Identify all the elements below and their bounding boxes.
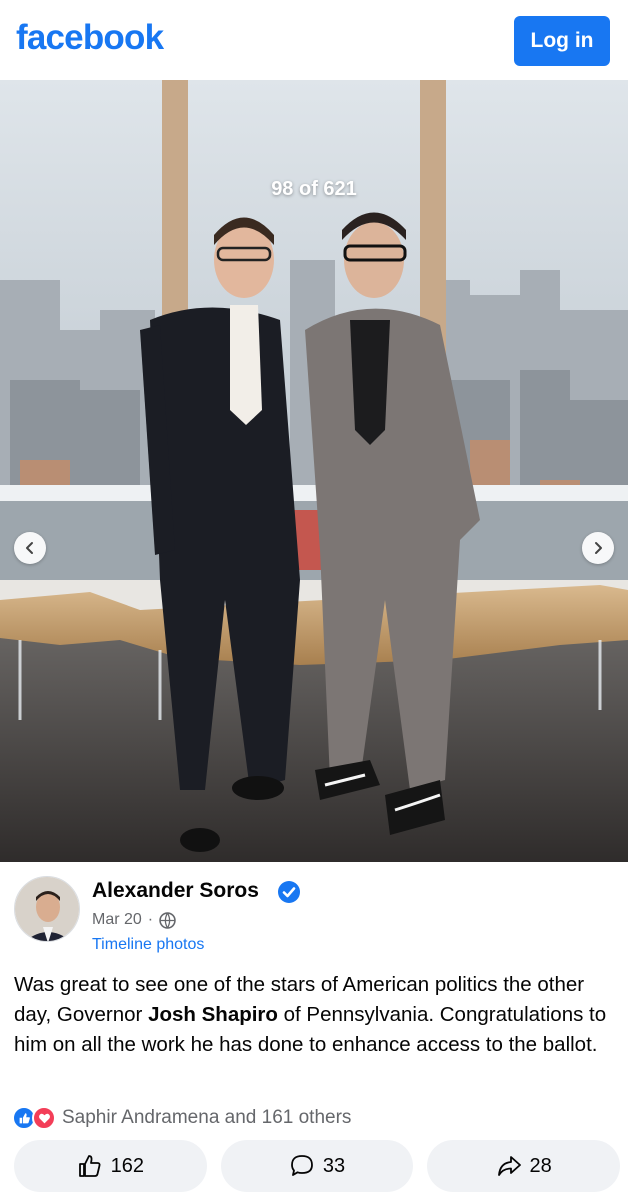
- post-date[interactable]: Mar 20: [92, 911, 142, 929]
- facebook-logo[interactable]: facebook: [16, 18, 164, 58]
- share-count: 28: [529, 1154, 552, 1177]
- share-icon: [497, 1156, 521, 1176]
- author-name[interactable]: Alexander Soros: [92, 879, 259, 903]
- comment-button[interactable]: 33: [220, 1140, 414, 1192]
- login-button[interactable]: Log in: [514, 16, 610, 66]
- next-photo-button[interactable]: [582, 532, 614, 564]
- reactions-summary-text: Saphir Andramena and 161 others: [62, 1107, 352, 1128]
- author-avatar[interactable]: [14, 876, 80, 942]
- photo-viewer[interactable]: 98 of 621: [0, 80, 628, 862]
- love-reaction-icon: [32, 1106, 56, 1130]
- globe-icon: [159, 911, 176, 929]
- mention-link[interactable]: Josh Shapiro: [148, 1003, 278, 1026]
- like-button[interactable]: 162: [14, 1140, 207, 1192]
- photo-counter: 98 of 621: [271, 178, 357, 200]
- comment-count: 33: [322, 1154, 346, 1177]
- post-meta: Mar 20 ·: [92, 911, 176, 929]
- album-link[interactable]: Timeline photos: [92, 936, 204, 954]
- post-text: Was great to see one of the stars of Ame…: [14, 970, 620, 1060]
- reactions-summary[interactable]: Saphir Andramena and 161 others: [12, 1104, 351, 1132]
- top-bar: facebook Log in: [0, 0, 628, 80]
- like-count: 162: [110, 1154, 145, 1177]
- chevron-left-icon: [26, 542, 33, 554]
- share-button[interactable]: 28: [427, 1140, 621, 1192]
- comment-icon: [290, 1155, 313, 1176]
- like-icon: [78, 1155, 101, 1177]
- chevron-right-icon: [595, 542, 602, 554]
- previous-photo-button[interactable]: [14, 532, 46, 564]
- verified-badge-icon: [278, 881, 300, 903]
- post-actions: 162 33 28: [14, 1140, 621, 1192]
- meta-separator: ·: [147, 911, 154, 928]
